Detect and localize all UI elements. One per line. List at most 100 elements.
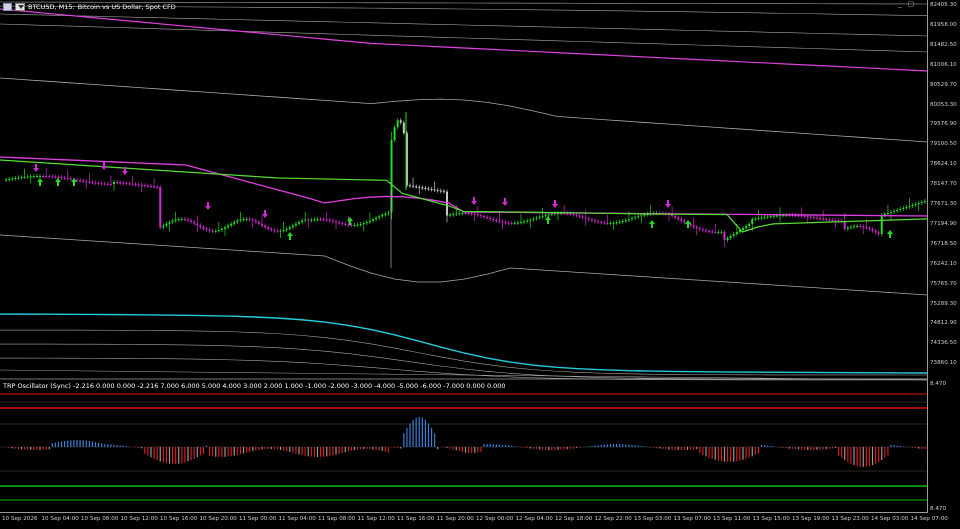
candle-body (402, 122, 405, 134)
candle-body (627, 219, 630, 221)
candle-body (609, 222, 612, 224)
candle-body (908, 206, 911, 207)
candle-body (183, 219, 186, 221)
candle-body (584, 217, 587, 219)
candle-body (594, 220, 596, 222)
price-axis-label: 78624.10 (930, 161, 957, 168)
candle-body (828, 219, 831, 221)
moving-average-magenta (0, 156, 929, 217)
candle-body (569, 213, 572, 215)
candle-body (205, 228, 208, 230)
candle-body (137, 184, 140, 186)
candle-body (763, 217, 766, 219)
maximize-button[interactable]: ▢ (908, 0, 915, 8)
price-axis-label: 76242.10 (930, 260, 957, 267)
candle-body (261, 223, 263, 226)
candle-body (310, 219, 313, 221)
price-axis-label: 78147.70 (930, 181, 957, 188)
candle-body (631, 218, 633, 220)
candle-body (637, 216, 640, 218)
candle-body (769, 216, 772, 218)
candle-body (375, 217, 378, 220)
candle-body (322, 219, 325, 221)
candle-body (535, 217, 538, 219)
candle-body (513, 222, 516, 224)
candle-body (439, 190, 442, 192)
candle-body (449, 214, 452, 216)
sell-arrow-icon (552, 200, 558, 208)
candle-body (26, 176, 29, 178)
candle-body (541, 215, 544, 217)
candle-body (294, 223, 297, 226)
candle-body (902, 208, 905, 209)
candle-body (886, 213, 889, 214)
candle-body (615, 222, 618, 224)
candle-body (214, 230, 217, 232)
candle-body (143, 185, 146, 187)
chart-canvas[interactable] (0, 0, 960, 529)
candle-body (396, 120, 399, 128)
candle-body (270, 228, 273, 230)
candle-body (415, 186, 418, 188)
candle-body (618, 221, 621, 223)
candle-body (60, 177, 63, 179)
buy-arrow-icon (37, 178, 43, 186)
candle-body (202, 227, 205, 229)
candle-body (575, 214, 578, 216)
candle-body (359, 224, 362, 226)
candle-body (174, 219, 177, 221)
candle-body (834, 220, 837, 222)
trading-terminal-chart[interactable]: BTCUSD, M15: Bitcoin vs US Dollar, Spot … (0, 0, 960, 529)
time-axis-border (0, 512, 928, 513)
candle-body (418, 186, 421, 188)
candle-body (39, 176, 41, 178)
candle-body (473, 213, 476, 215)
candle-body (775, 215, 778, 217)
candle-body (856, 226, 859, 228)
candle-body (291, 225, 294, 228)
moving-average-green (0, 159, 929, 233)
candle-body (520, 222, 522, 224)
candle-body (230, 223, 233, 226)
sell-arrow-icon (101, 162, 107, 170)
candle-body (735, 232, 738, 234)
candle-body (20, 177, 23, 179)
candle-body (538, 216, 541, 218)
buy-arrow-icon (685, 220, 691, 228)
candle-body (331, 220, 334, 222)
candle-body (264, 225, 267, 228)
chart-header: BTCUSD, M15: Bitcoin vs US Dollar, Spot … (3, 3, 176, 11)
candle-body (113, 182, 115, 184)
candle-body (479, 215, 482, 217)
candle-body (483, 215, 485, 217)
candle-body (470, 213, 473, 215)
candle-body (544, 215, 547, 217)
candle-body (307, 219, 310, 221)
candle-body (199, 225, 202, 228)
candle-body (532, 218, 535, 220)
chart-window-icon[interactable] (3, 3, 12, 11)
candle-body (711, 231, 714, 233)
candle-body (217, 230, 220, 232)
candle-body (248, 219, 251, 221)
candle-body (11, 178, 14, 180)
candle-body (29, 176, 32, 178)
lower-cyan-band (0, 313, 929, 374)
time-axis-label: 13 Sep 07:00 (673, 516, 711, 522)
candle-body (276, 230, 279, 232)
candle-body (430, 189, 433, 190)
candle-body (677, 217, 680, 220)
minimize-button[interactable]: _ (898, 0, 902, 8)
time-axis-label: 11 Sep 16:00 (397, 516, 435, 522)
candle-body (177, 219, 180, 221)
candle-body (298, 221, 300, 224)
candle-body (516, 222, 519, 224)
candle-body (162, 225, 165, 228)
dropdown-arrow-icon[interactable] (15, 3, 25, 11)
buy-arrow-icon (55, 178, 61, 186)
candle-body (63, 177, 66, 179)
candle-body (455, 213, 458, 215)
candle-body (338, 222, 341, 224)
candle-body (779, 215, 781, 217)
candle-body (368, 220, 371, 223)
